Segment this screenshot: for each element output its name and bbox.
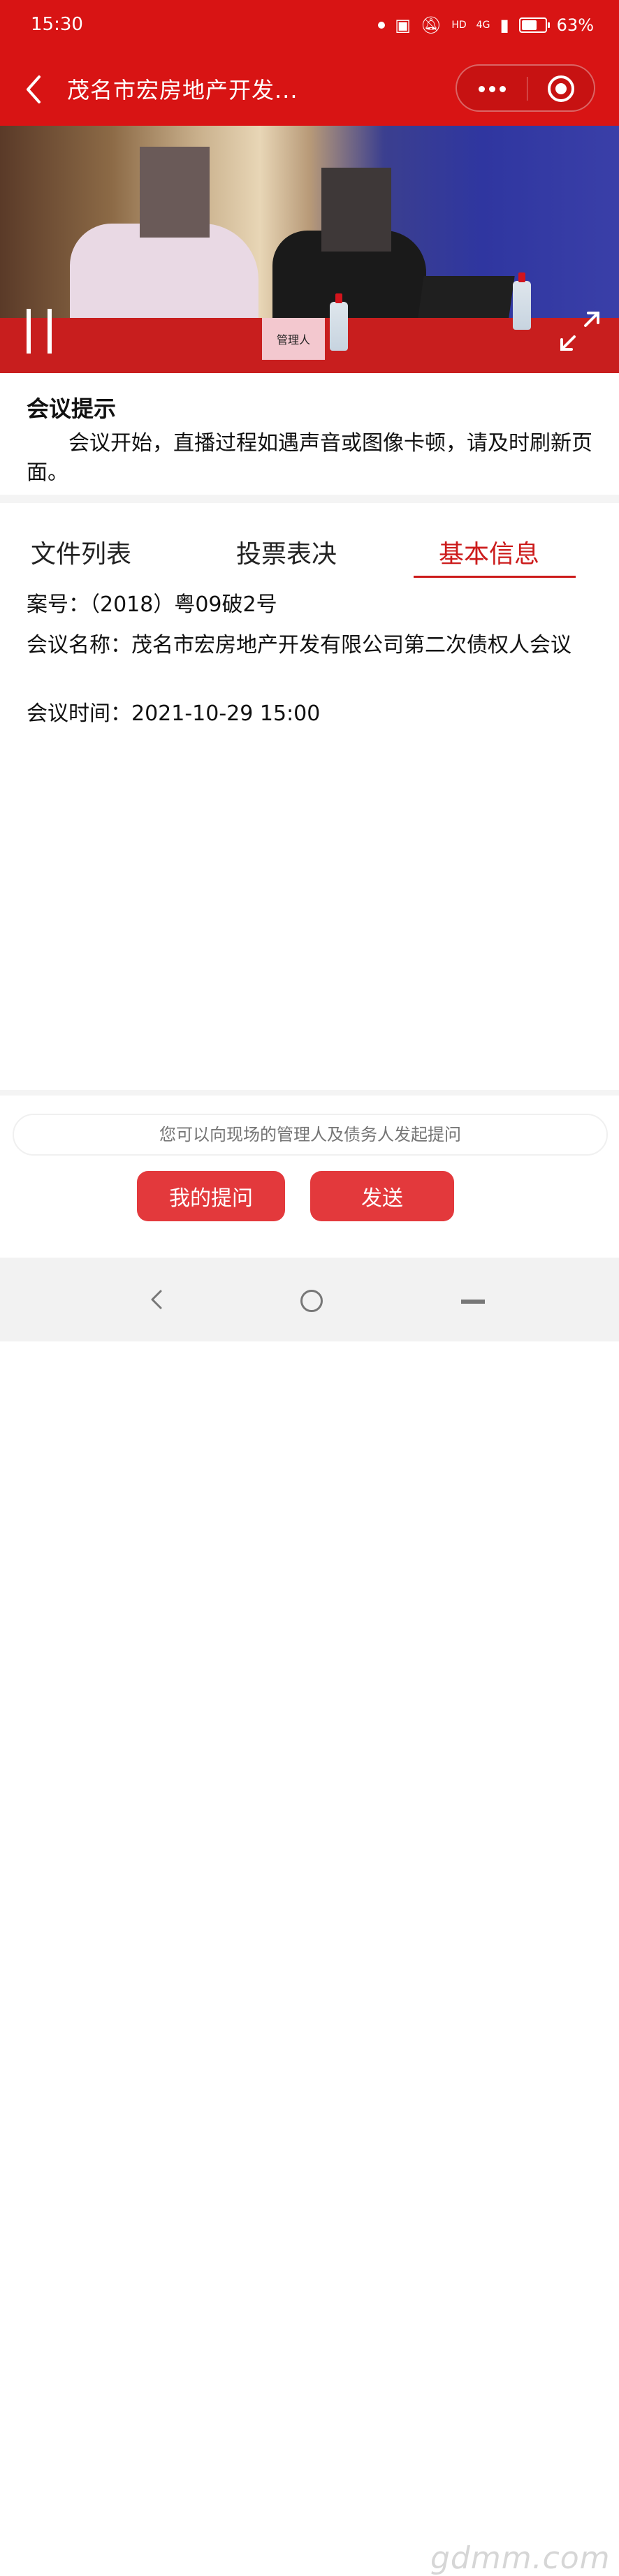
expand-icon: [560, 312, 599, 351]
watermark: gdmm.com: [430, 2540, 611, 2576]
hd-label: HD: [451, 20, 467, 31]
fullscreen-button[interactable]: [558, 309, 602, 354]
more-button[interactable]: [472, 78, 511, 99]
video-nameplate: 管理人: [262, 318, 325, 360]
question-input[interactable]: [13, 1114, 608, 1156]
miniprogram-capsule: [456, 64, 595, 112]
close-miniprogram-button[interactable]: [548, 75, 574, 102]
network-label: 4G: [476, 20, 490, 31]
active-tab-indicator: [414, 576, 576, 578]
send-button[interactable]: 发送: [310, 1171, 454, 1221]
system-nav-bar: gdmm.com: [0, 1258, 619, 2576]
water-bottle: [330, 293, 348, 351]
meeting-name: 会议名称：茂名市宏房地产开发有限公司第二次债权人会议: [27, 633, 571, 657]
target-icon: [555, 83, 567, 94]
battery-percent: 63%: [556, 15, 594, 35]
water-bottle: [513, 272, 531, 330]
page-title: 茂名市宏房地产开发...: [67, 77, 298, 103]
video-head-blurred: [140, 147, 210, 238]
my-questions-button[interactable]: 我的提问: [137, 1171, 285, 1221]
chevron-left-icon: [27, 75, 41, 103]
nav-bar: 茂名市宏房地产开发...: [0, 54, 619, 126]
system-recents-button[interactable]: [461, 1300, 485, 1304]
section-divider: [0, 1090, 619, 1096]
battery-icon: [518, 17, 550, 33]
status-icons: ▣ 🔕︎ HD 4G ▮ 63%: [378, 15, 594, 35]
section-divider: [0, 495, 619, 503]
notice-text: 会议开始，直播过程如遇声音或图像卡顿，请及时刷新页面。: [27, 431, 592, 485]
meeting-time: 会议时间：2021-10-29 15:00: [27, 701, 321, 726]
back-button[interactable]: [21, 70, 56, 109]
signal-icon: ▮: [500, 15, 509, 35]
case-number: 案号：（2018）粤09破2号: [27, 592, 277, 617]
tab-basic-info[interactable]: 基本信息: [439, 534, 539, 570]
notice-title: 会议提示: [27, 395, 117, 422]
system-home-button[interactable]: [300, 1290, 323, 1312]
video-head-blurred: [321, 168, 391, 252]
bell-off-icon: 🔕︎: [420, 15, 442, 35]
dolby-icon: ▣: [395, 15, 411, 35]
tab-file-list[interactable]: 文件列表: [31, 534, 131, 570]
notification-dot-icon: [378, 22, 386, 29]
status-bar: 15:30 ▣ 🔕︎ HD 4G ▮ 63%: [0, 0, 619, 54]
tab-voting[interactable]: 投票表决: [236, 534, 337, 570]
status-time: 15:30: [31, 14, 83, 35]
pause-button[interactable]: [24, 309, 56, 354]
chevron-left-icon: [151, 1290, 162, 1309]
more-dots-icon: [478, 85, 485, 92]
live-video[interactable]: 管理人: [0, 126, 619, 373]
system-back-button[interactable]: [147, 1286, 168, 1314]
